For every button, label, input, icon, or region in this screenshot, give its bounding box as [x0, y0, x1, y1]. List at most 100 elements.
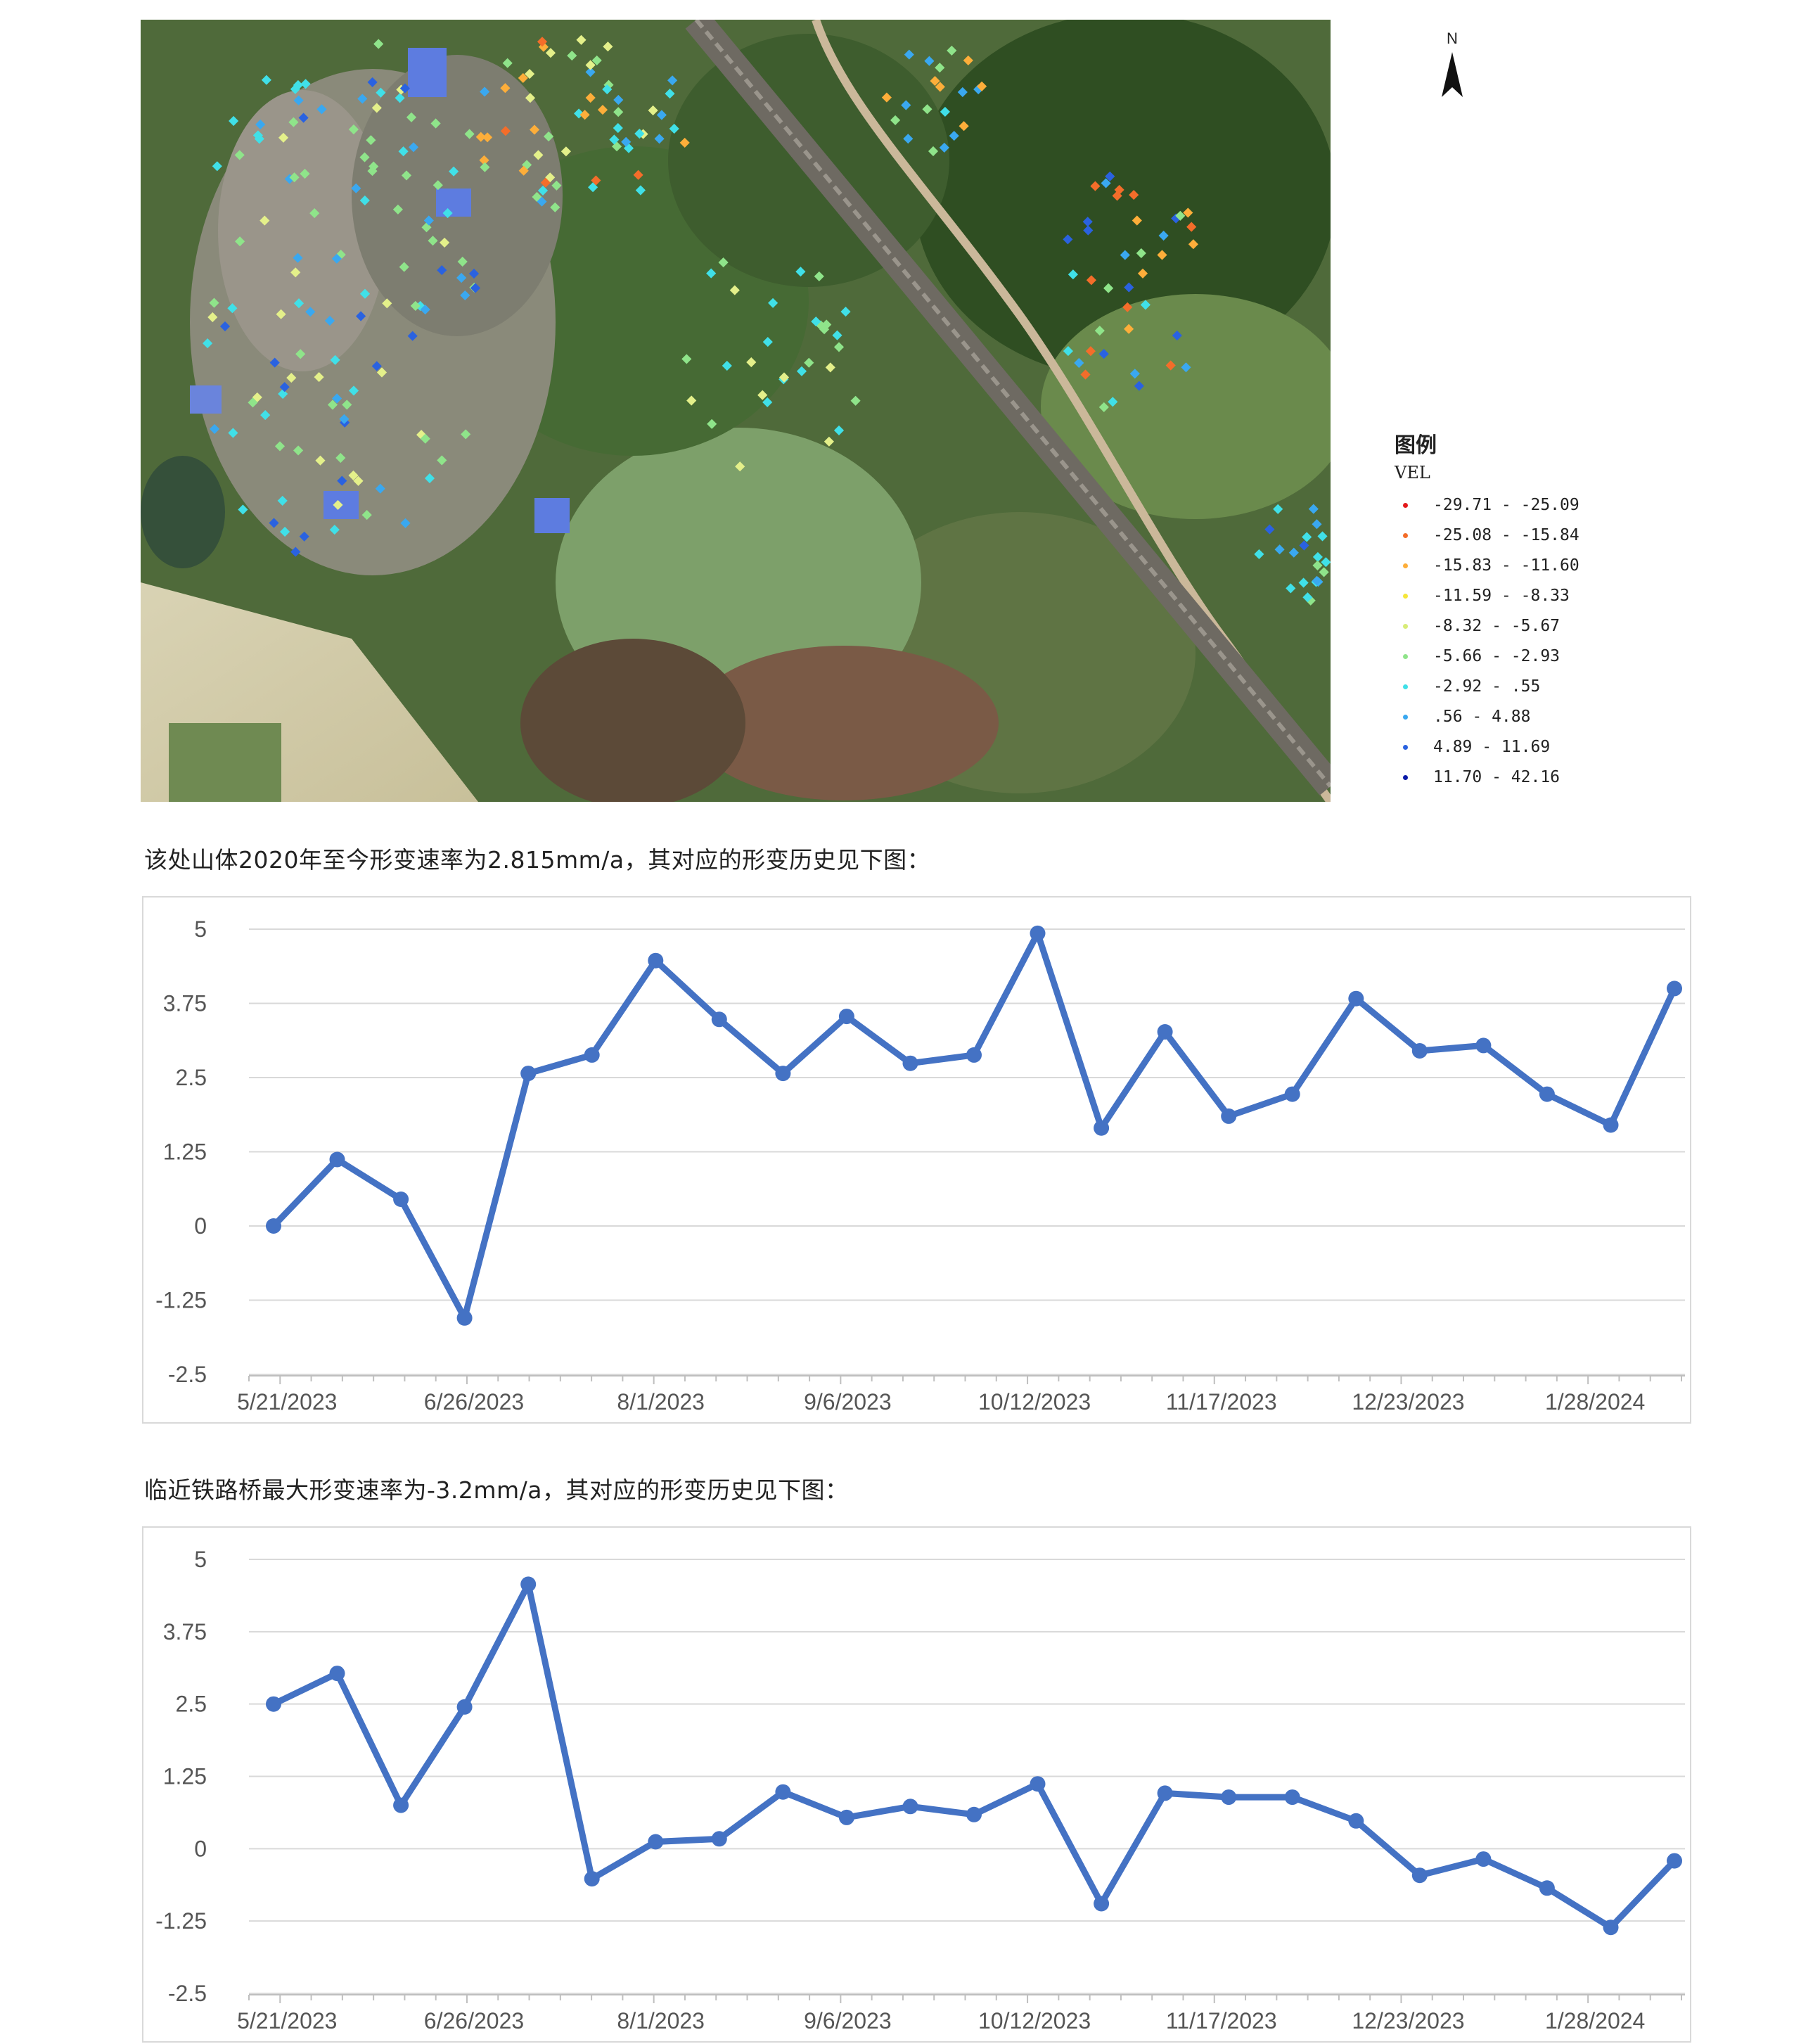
data-point [393, 1797, 409, 1813]
data-point [1539, 1880, 1555, 1896]
data-point [329, 1666, 345, 1682]
orchard [520, 639, 745, 802]
data-point [1030, 1776, 1046, 1792]
legend-label: 11.70 - 42.16 [1433, 768, 1561, 786]
data-point [838, 1009, 854, 1025]
legend-swatch [1403, 593, 1408, 599]
data-point [902, 1799, 918, 1815]
data-point [1221, 1789, 1237, 1806]
data-point [902, 1055, 918, 1071]
x-tick-label: 9/6/2023 [804, 2008, 892, 2033]
y-tick-label: -2.5 [168, 1981, 207, 2006]
data-point [1221, 1108, 1237, 1124]
y-tick-label: -1.25 [155, 1288, 207, 1313]
legend-label: -2.92 - .55 [1433, 677, 1541, 696]
legend-item: -25.08 - -15.84 [1403, 521, 1579, 549]
data-point [1157, 1785, 1173, 1801]
legend-item: -5.66 - -2.93 [1403, 642, 1560, 670]
data-point [456, 1699, 473, 1715]
blue-roof [408, 48, 447, 97]
blue-roof [534, 498, 570, 533]
legend-swatch [1403, 532, 1408, 538]
north-label: N [1447, 30, 1458, 47]
x-tick-label: 11/17/2023 [1166, 1389, 1277, 1414]
y-tick-label: 5 [194, 1547, 207, 1572]
y-tick-label: 2.5 [176, 1692, 207, 1717]
y-tick-label: 1.25 [163, 1764, 207, 1789]
data-point [1030, 925, 1046, 941]
data-point [1094, 1120, 1110, 1136]
y-tick-label: 3.75 [163, 1619, 207, 1644]
data-point [1348, 1813, 1364, 1829]
data-point [329, 1151, 345, 1168]
data-point [1094, 1896, 1110, 1912]
data-point [1284, 1086, 1300, 1102]
legend-subtitle: VEL [1395, 463, 1430, 483]
data-point [1603, 1920, 1619, 1936]
legend-swatch [1403, 502, 1408, 508]
legend-label: -8.32 - -5.67 [1433, 617, 1561, 635]
data-point [966, 1806, 982, 1822]
data-point [1539, 1086, 1555, 1102]
legend-swatch [1403, 744, 1408, 750]
caption-second: 临近铁路桥最大形变速率为-3.2mm/a，其对应的形变历史见下图： [144, 1476, 849, 1504]
chart-svg: 5 3.75 2.5 1.25 0 -1.25 -2.5 5/21/2023 6/26/2023… [155, 916, 1685, 1414]
data-point [1157, 1024, 1173, 1040]
caption-first: 该处山体2020年至今形变速率为2.815mm/a，其对应的形变历史见下图： [144, 846, 931, 874]
x-tick-label: 5/21/2023 [237, 2008, 337, 2033]
north-arrow: N [1428, 28, 1477, 106]
deformation-chart-mountain: 5 3.75 2.5 1.25 0 -1.25 -2.5 5/21/2023 6/26/2023… [142, 896, 1691, 1424]
x-tick-label: 12/23/2023 [1352, 2008, 1464, 2033]
pond [141, 456, 225, 568]
legend-swatch [1403, 563, 1408, 568]
blue-roof [436, 189, 471, 217]
north-arrow-icon [1442, 52, 1463, 97]
legend-item: 11.70 - 42.16 [1403, 763, 1560, 791]
legend-item: .56 - 4.88 [1403, 703, 1530, 731]
blue-roof [190, 385, 222, 414]
data-point [1411, 1867, 1428, 1884]
data-point [520, 1576, 537, 1592]
data-point [1667, 1853, 1682, 1869]
data-point [711, 1011, 727, 1028]
legend-item: -29.71 - -25.09 [1403, 491, 1579, 519]
data-point [520, 1066, 537, 1082]
x-tick-label: 5/21/2023 [237, 1389, 337, 1414]
data-point [648, 952, 664, 969]
series-line [270, 930, 1678, 1322]
data-point [1603, 1117, 1619, 1133]
legend-item: 4.89 - 11.69 [1403, 733, 1550, 761]
data-point [966, 1047, 982, 1063]
legend-label: -25.08 - -15.84 [1433, 526, 1579, 544]
series-line [270, 1580, 1678, 1931]
green-plot [169, 723, 281, 802]
data-point [1475, 1037, 1492, 1054]
legend-label: -29.71 - -25.09 [1433, 496, 1579, 514]
legend-label: .56 - 4.88 [1433, 708, 1531, 726]
legend-swatch [1403, 684, 1408, 689]
deformation-chart-bridge: 5 3.75 2.5 1.25 0 -1.25 -2.5 5/21/2023 6/26/2023… [142, 1526, 1691, 2043]
x-tick-label: 11/17/2023 [1166, 2008, 1277, 2033]
x-tick-label: 8/1/2023 [617, 1389, 705, 1414]
satellite-map [141, 20, 1331, 802]
x-tick-label: 1/28/2024 [1545, 2008, 1645, 2033]
map-canvas [141, 20, 1331, 802]
data-point [584, 1871, 600, 1887]
data-point [775, 1784, 791, 1800]
legend-item: -11.59 - -8.33 [1403, 582, 1570, 610]
data-point [456, 1310, 473, 1326]
legend-item: -2.92 - .55 [1403, 672, 1540, 701]
data-point [1411, 1043, 1428, 1059]
y-tick-label: 2.5 [176, 1065, 207, 1090]
data-point [1475, 1851, 1492, 1867]
x-tick-label: 10/12/2023 [978, 1389, 1091, 1414]
x-tick-label: 1/28/2024 [1545, 1389, 1645, 1414]
data-point [266, 1696, 281, 1712]
y-tick-label: -2.5 [168, 1362, 207, 1387]
legend-title: 图例 [1395, 433, 1437, 458]
y-tick-label: 0 [194, 1213, 207, 1239]
chart-svg: 5 3.75 2.5 1.25 0 -1.25 -2.5 5/21/2023 6/26/2023… [155, 1547, 1685, 2033]
data-point [648, 1834, 664, 1850]
data-point [1667, 981, 1682, 997]
x-tick-label: 10/12/2023 [978, 2008, 1091, 2033]
